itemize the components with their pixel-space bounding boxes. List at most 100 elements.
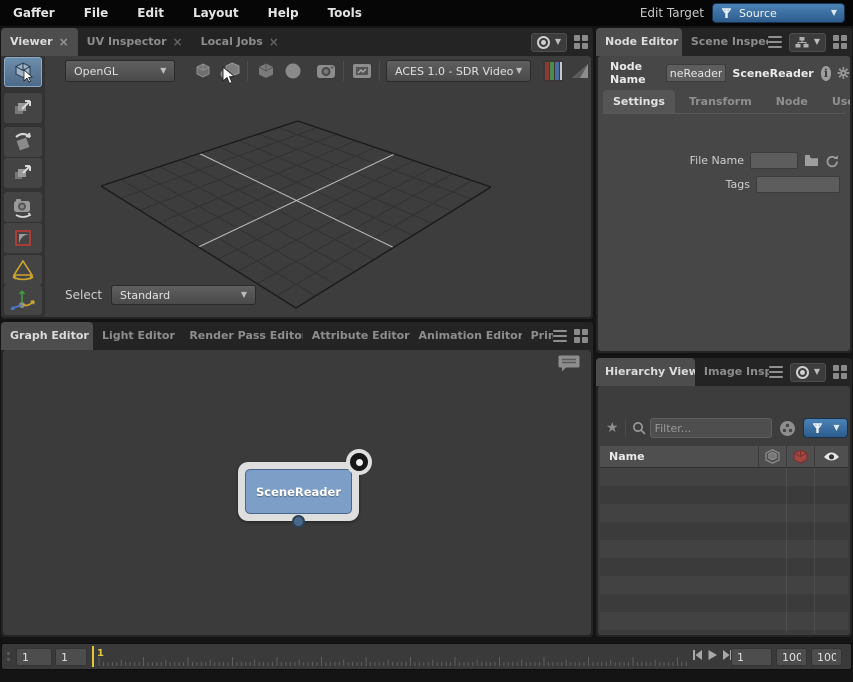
annotations-bubble-icon[interactable] [558,354,580,373]
node-editor-pin-button[interactable]: ▼ [789,33,826,52]
viewer-viewport[interactable] [3,56,591,317]
playhead[interactable] [92,646,94,667]
tab-scene-inspector[interactable]: Scene Inspecto [682,28,768,56]
drag-grip-icon[interactable] [7,652,10,661]
filter-input[interactable] [655,422,745,435]
layout-grid-icon[interactable] [574,35,588,49]
tab-animation-editor[interactable]: Animation Editor × [410,322,522,350]
panel-focus-menu-button[interactable]: ▼ [531,33,567,52]
hierarchy-table-header: Name [600,446,848,468]
shaded-sphere-button[interactable] [279,59,306,83]
node-output-plug[interactable] [292,515,305,528]
graph-editor-canvas[interactable]: SceneReader [3,350,591,635]
tab-label: Hierarchy View [605,358,695,386]
playback-end-frame-input[interactable] [811,648,842,666]
node-focus-handle[interactable] [346,449,372,475]
tab-overflow-menu-icon[interactable] [553,330,567,342]
scene-reader-node[interactable]: SceneReader [238,462,359,521]
tab-settings[interactable]: Settings [603,90,675,113]
timeline-ruler[interactable] [97,644,689,669]
column-render-visibility-header[interactable] [786,446,814,468]
light-tool-button[interactable] [4,255,42,285]
star-icon[interactable]: ★ [606,420,619,436]
scale-tool-button[interactable] [4,158,42,188]
current-frame-input[interactable] [731,648,772,666]
selection-sync-icon[interactable] [779,420,796,437]
skip-to-start-icon[interactable] [692,649,703,661]
translate-tool-button[interactable] [4,93,42,123]
tags-input[interactable] [756,176,840,193]
tab-node[interactable]: Node [766,90,818,113]
rotate-tool-button[interactable] [4,127,42,157]
tab-local-jobs[interactable]: Local Jobs × [192,28,288,56]
tab-light-editor[interactable]: Light Editor × [93,322,180,350]
camera-settings-button[interactable] [312,59,339,83]
camera-tool-button[interactable] [4,192,42,222]
gear-icon[interactable] [837,64,850,82]
close-icon[interactable]: × [269,36,279,48]
tab-overflow-menu-icon[interactable] [768,36,782,48]
panel-focus-menu-button[interactable]: ▼ [790,363,826,382]
hierarchy-table-rows[interactable] [600,468,848,633]
menu-tools[interactable]: Tools [328,6,362,20]
tab-image-inspector[interactable]: Image Inspe [695,358,769,386]
playback-start-frame-input[interactable] [55,648,87,666]
edit-target-dropdown[interactable]: Source ▼ [712,3,845,23]
viewer-tabbar: Viewer × UV Inspector × Local Jobs × ▼ [1,28,593,56]
select-objects-button[interactable] [216,59,243,83]
tab-transform[interactable]: Transform [679,90,762,113]
scene-view-mode-button[interactable] [348,59,375,83]
column-visibility-header[interactable] [814,446,848,468]
wireframe-cube-button[interactable] [252,59,279,83]
expansion-cube-icon [193,61,213,81]
menu-help[interactable]: Help [268,6,299,20]
node-name-input[interactable] [666,64,726,82]
scene-start-frame-input[interactable] [16,648,52,666]
play-icon[interactable] [707,649,718,661]
folder-icon[interactable] [804,154,819,167]
menu-gaffer[interactable]: Gaffer [13,6,55,20]
tab-user[interactable]: User [822,90,850,113]
renderer-dropdown[interactable]: OpenGL ▼ [65,60,175,82]
expansion-cube-button[interactable] [189,59,216,83]
layout-grid-icon[interactable] [833,365,847,379]
tab-hierarchy-view[interactable]: Hierarchy View × [596,358,695,386]
tab-attribute-editor[interactable]: Attribute Editor × [303,322,410,350]
menu-bar: Gaffer File Edit Layout Help Tools Edit … [0,0,853,26]
chevron-down-icon: ▼ [814,38,820,46]
refresh-icon[interactable] [825,154,840,168]
file-name-input[interactable] [750,152,798,169]
menu-edit[interactable]: Edit [137,6,164,20]
tab-graph-editor[interactable]: Graph Editor × [1,322,93,350]
menu-file[interactable]: File [84,6,109,20]
color-channels-button[interactable] [539,59,566,83]
graph-editor-panel: Graph Editor × Light Editor × Render Pas… [1,322,593,637]
close-icon[interactable]: × [173,36,183,48]
menu-layout[interactable]: Layout [193,6,239,20]
layout-grid-icon[interactable] [574,329,588,343]
display-transform-dropdown[interactable]: ACES 1.0 - SDR Video ▼ [386,60,531,82]
shaded-sphere-icon [283,61,303,81]
tab-node-editor[interactable]: Node Editor × [596,28,682,56]
tab-uv-inspector[interactable]: UV Inspector × [78,28,192,56]
tab-render-pass-editor[interactable]: Render Pass Editor × [180,322,302,350]
tab-primitive-inspector[interactable]: Prim [522,322,553,350]
edit-scope-dropdown[interactable]: ▼ [803,418,848,438]
info-icon[interactable]: i [821,66,832,81]
exposure-gamma-button[interactable] [566,59,593,83]
scene-reader-node-body[interactable]: SceneReader [245,469,352,514]
crop-window-tool-button[interactable] [4,223,42,253]
tab-viewer[interactable]: Viewer × [1,28,78,56]
tab-label: Scene Inspecto [691,28,768,56]
chevron-down-icon: ▼ [516,67,522,75]
tab-overflow-menu-icon[interactable] [769,366,783,378]
end-frame-input[interactable] [776,648,807,666]
filter-field[interactable] [650,418,772,438]
column-expansion-header[interactable] [758,446,786,468]
tab-label: UV Inspector [87,28,167,56]
select-mode-dropdown[interactable]: Standard ▼ [111,285,256,305]
light-position-tool-button[interactable] [4,285,42,315]
close-icon[interactable]: × [59,36,69,48]
select-tool-button[interactable] [4,57,42,87]
layout-grid-icon[interactable] [833,35,847,49]
